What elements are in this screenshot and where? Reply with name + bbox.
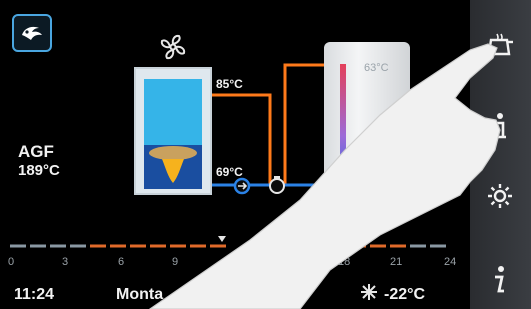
logo-button[interactable] (12, 14, 52, 52)
weekday: Monta (116, 286, 164, 303)
help-icon (495, 266, 504, 293)
schedule-timeline[interactable] (10, 244, 460, 248)
storage-tank[interactable]: 63°C (324, 42, 410, 202)
timeline-marker (218, 236, 226, 242)
help-button[interactable] (482, 262, 518, 298)
tick-24: 24 (444, 256, 457, 268)
flow-temperature: 85°C (216, 77, 243, 91)
pump-icon[interactable] (231, 176, 253, 196)
tank-temperature-gradient (340, 64, 346, 184)
gear-icon (488, 184, 512, 208)
agf-temperature: 189°C (18, 162, 60, 179)
clock-time: 11:24 (14, 286, 55, 303)
info-icon (496, 113, 506, 139)
logo-icon (22, 26, 42, 40)
fan-icon (160, 34, 186, 60)
tick-0: 0 (8, 256, 15, 268)
valve-icon[interactable] (264, 174, 290, 196)
main-screen: AGF 189°C 85°C 69°C 63°C 0 3 6 9 18 21 2… (0, 0, 470, 309)
settings-button[interactable] (482, 178, 518, 214)
tick-3: 3 (62, 256, 69, 268)
boiler-flame (144, 145, 202, 189)
snowflake-icon (361, 284, 377, 300)
outside-temperature: -22°C (384, 286, 426, 303)
info-button[interactable] (482, 108, 518, 144)
boiler-icon (487, 33, 513, 56)
tank-temperature: 63°C (364, 62, 389, 74)
agf-label: AGF (18, 142, 54, 161)
boiler-mode-button[interactable] (482, 26, 518, 62)
tick-18: 18 (338, 256, 351, 268)
date: 10 (290, 286, 308, 303)
tick-6: 6 (118, 256, 125, 268)
tick-9: 9 (172, 256, 179, 268)
tick-21: 21 (390, 256, 403, 268)
boiler-graphic[interactable] (134, 67, 212, 195)
